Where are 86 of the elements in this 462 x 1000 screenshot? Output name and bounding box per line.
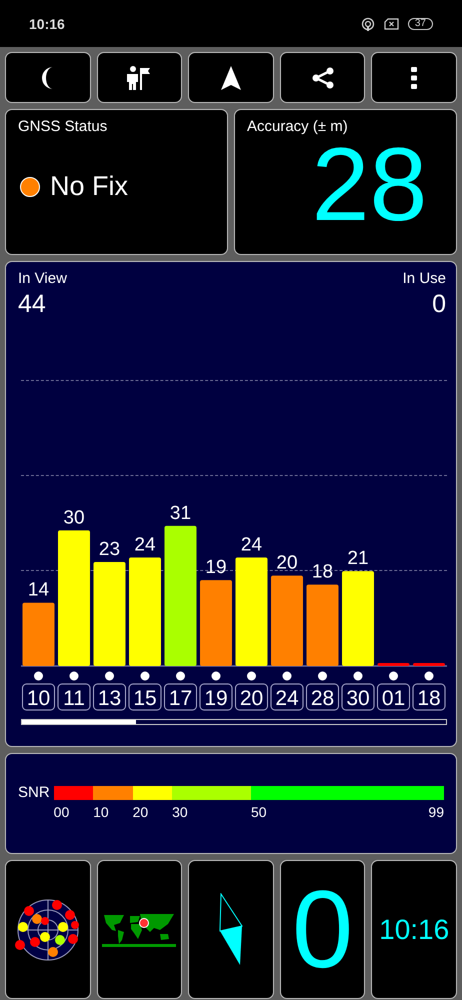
satellite-dot <box>282 672 292 680</box>
navigation-arrow-icon <box>220 64 242 90</box>
prn-label[interactable]: 13 <box>93 684 126 710</box>
in-view-label: In View <box>18 270 67 287</box>
bar-value-label: 30 <box>63 507 85 528</box>
info-tile[interactable]: 10:16 <box>371 860 457 999</box>
satellite-dot <box>70 672 78 680</box>
x-tick-label: 19 <box>204 687 228 710</box>
x-tick-label: 30 <box>346 687 370 710</box>
tile-value: 10:16 <box>379 914 450 946</box>
snr-label: SNR <box>18 784 50 801</box>
x-tick-label: 18 <box>417 687 441 710</box>
satellite-dot <box>212 672 220 680</box>
x-tick-label: 11 <box>63 687 85 710</box>
bar-value-label: 24 <box>240 534 262 556</box>
more-button[interactable] <box>371 52 457 103</box>
snr-tick-label: 10 <box>93 804 109 820</box>
prn-label[interactable]: 18 <box>412 684 446 710</box>
prn-label[interactable]: 19 <box>200 684 232 710</box>
x-tick-label: 10 <box>26 687 50 710</box>
person-flag-icon <box>126 64 152 90</box>
x-tick-label: 20 <box>240 687 264 710</box>
bar-value-label: 24 <box>134 534 156 556</box>
snr-tick-label: 50 <box>251 804 267 820</box>
in-view-count: 44 <box>18 290 47 319</box>
satellite-dot <box>176 672 185 680</box>
person-flag-button[interactable] <box>96 52 182 103</box>
bar-value-label: 14 <box>28 580 50 601</box>
prn-label[interactable]: 10 <box>22 684 55 710</box>
in-use-label: In Use <box>402 270 446 287</box>
sky-plot-drawing <box>14 896 81 962</box>
x-tick-label: 28 <box>310 687 334 710</box>
share-button[interactable] <box>280 52 366 103</box>
status-time: 10:16 <box>29 16 65 32</box>
satellite-dot <box>424 672 434 680</box>
prn-label[interactable]: 11 <box>58 684 90 710</box>
scroll-bar[interactable] <box>21 719 447 725</box>
compass-tile[interactable] <box>188 860 274 999</box>
snr-tick-label: 99 <box>428 804 444 820</box>
prn-label[interactable]: 24 <box>270 684 304 710</box>
x-tick-label: 01 <box>382 687 406 710</box>
satellite-dot <box>354 672 362 680</box>
prn-label[interactable]: 30 <box>342 684 374 710</box>
accuracy-value: 28 <box>312 135 428 235</box>
skyplot-tile[interactable] <box>5 860 91 999</box>
satellite-dot <box>105 672 114 680</box>
snr-tick-label: 00 <box>54 804 70 820</box>
bar-value-label: 20 <box>276 552 298 574</box>
satellite-dot <box>34 672 43 680</box>
card-title: Accuracy (± m) <box>247 118 349 135</box>
snr-bar <box>413 663 445 666</box>
x-tick-label: 17 <box>168 687 192 710</box>
map-tile[interactable] <box>96 860 182 999</box>
bar-value-label: 21 <box>347 548 369 570</box>
x-tick-label: 24 <box>275 687 299 710</box>
tile-value: 0 <box>292 874 354 984</box>
prn-label[interactable]: 01 <box>377 684 410 710</box>
prn-label[interactable]: 20 <box>235 684 268 710</box>
snr-bar <box>22 602 54 666</box>
satellite-dot <box>389 672 398 680</box>
prn-label[interactable]: 17 <box>164 684 197 710</box>
bar-value-label: 18 <box>312 562 334 583</box>
x-tick-label: 15 <box>133 687 157 710</box>
bar-value-label: 23 <box>98 539 120 560</box>
snr-tick-label: 30 <box>172 804 188 820</box>
prn-label[interactable]: 28 <box>306 684 339 710</box>
bar-value-label: 19 <box>205 557 227 578</box>
share-icon <box>310 66 335 90</box>
hotspot-icon <box>360 16 375 30</box>
snr-bar <box>378 663 410 666</box>
in-use-count: 0 <box>432 290 446 319</box>
bar-value-label: 31 <box>170 502 192 524</box>
info-tile[interactable]: 0 <box>280 860 366 999</box>
snr-tick-label: 20 <box>132 804 148 820</box>
no-sim-icon <box>384 18 399 30</box>
x-tick-label: 13 <box>98 687 122 710</box>
satellite-dot <box>318 672 327 680</box>
navigation-button[interactable] <box>188 52 274 103</box>
moon-button[interactable] <box>5 52 91 103</box>
satellite-dot <box>140 672 150 680</box>
prn-label[interactable]: 15 <box>128 684 162 710</box>
battery-indicator: 37 <box>408 18 433 30</box>
satellite-dot <box>247 672 256 680</box>
card-title: GNSS Status <box>18 118 108 135</box>
fix-status: No Fix <box>50 171 128 202</box>
more-vertical-icon <box>411 66 418 88</box>
